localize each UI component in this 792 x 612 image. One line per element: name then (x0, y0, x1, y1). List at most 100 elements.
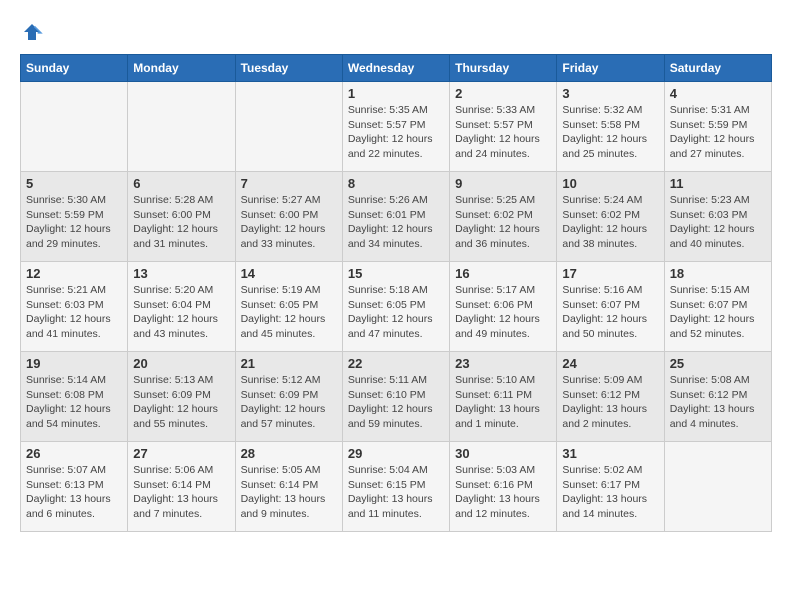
calendar-cell: 3 Sunrise: 5:32 AM Sunset: 5:58 PM Daylig… (557, 82, 664, 172)
calendar-cell: 21Sunrise: 5:12 AM Sunset: 6:09 PM Dayli… (235, 352, 342, 442)
day-number: 18 (670, 266, 766, 281)
day-info: Sunrise: 5:27 AM Sunset: 6:00 PM Dayligh… (241, 193, 337, 252)
day-info: Sunrise: 5:02 AM Sunset: 6:17 PM Dayligh… (562, 463, 658, 522)
day-number: 13 (133, 266, 229, 281)
calendar-cell: 12Sunrise: 5:21 AM Sunset: 6:03 PM Dayli… (21, 262, 128, 352)
calendar-body: 1 Sunrise: 5:35 AM Sunset: 5:57 PM Daylig… (21, 82, 772, 532)
calendar-cell: 27 Sunrise: 5:06 AM Sunset: 6:14 PM Dayli… (128, 442, 235, 532)
calendar-cell: 16 Sunrise: 5:17 AM Sunset: 6:06 PM Dayli… (450, 262, 557, 352)
day-info: Sunrise: 5:19 AM Sunset: 6:05 PM Dayligh… (241, 283, 337, 342)
calendar-cell (128, 82, 235, 172)
day-info: Sunrise: 5:20 AM Sunset: 6:04 PM Dayligh… (133, 283, 229, 342)
calendar-week-5: 26 Sunrise: 5:07 AM Sunset: 6:13 PM Dayli… (21, 442, 772, 532)
calendar-cell: 10Sunrise: 5:24 AM Sunset: 6:02 PM Dayli… (557, 172, 664, 262)
day-info: Sunrise: 5:32 AM Sunset: 5:58 PM Dayligh… (562, 103, 658, 162)
calendar-cell: 29Sunrise: 5:04 AM Sunset: 6:15 PM Dayli… (342, 442, 449, 532)
day-info: Sunrise: 5:26 AM Sunset: 6:01 PM Dayligh… (348, 193, 444, 252)
day-info: Sunrise: 5:18 AM Sunset: 6:05 PM Dayligh… (348, 283, 444, 342)
calendar-cell: 2 Sunrise: 5:33 AM Sunset: 5:57 PM Daylig… (450, 82, 557, 172)
calendar-week-1: 1 Sunrise: 5:35 AM Sunset: 5:57 PM Daylig… (21, 82, 772, 172)
day-info: Sunrise: 5:12 AM Sunset: 6:09 PM Dayligh… (241, 373, 337, 432)
day-number: 23 (455, 356, 551, 371)
page-header (20, 20, 772, 44)
logo-icon (20, 20, 44, 44)
day-number: 22 (348, 356, 444, 371)
weekday-header-monday: Monday (128, 55, 235, 82)
day-number: 20 (133, 356, 229, 371)
calendar-cell: 23 Sunrise: 5:10 AM Sunset: 6:11 PM Dayli… (450, 352, 557, 442)
calendar-cell: 19Sunrise: 5:14 AM Sunset: 6:08 PM Dayli… (21, 352, 128, 442)
day-info: Sunrise: 5:15 AM Sunset: 6:07 PM Dayligh… (670, 283, 766, 342)
calendar-cell (235, 82, 342, 172)
day-number: 16 (455, 266, 551, 281)
calendar-cell: 18 Sunrise: 5:15 AM Sunset: 6:07 PM Dayli… (664, 262, 771, 352)
day-info: Sunrise: 5:06 AM Sunset: 6:14 PM Dayligh… (133, 463, 229, 522)
calendar-cell (664, 442, 771, 532)
day-info: Sunrise: 5:16 AM Sunset: 6:07 PM Dayligh… (562, 283, 658, 342)
day-info: Sunrise: 5:25 AM Sunset: 6:02 PM Dayligh… (455, 193, 551, 252)
day-number: 7 (241, 176, 337, 191)
calendar-cell: 5 Sunrise: 5:30 AM Sunset: 5:59 PM Daylig… (21, 172, 128, 262)
calendar-cell: 22Sunrise: 5:11 AM Sunset: 6:10 PM Dayli… (342, 352, 449, 442)
day-info: Sunrise: 5:03 AM Sunset: 6:16 PM Dayligh… (455, 463, 551, 522)
weekday-header-wednesday: Wednesday (342, 55, 449, 82)
calendar-table: SundayMondayTuesdayWednesdayThursdayFrid… (20, 54, 772, 532)
calendar-cell: 25Sunrise: 5:08 AM Sunset: 6:12 PM Dayli… (664, 352, 771, 442)
day-number: 26 (26, 446, 122, 461)
day-number: 3 (562, 86, 658, 101)
calendar-cell: 14 Sunrise: 5:19 AM Sunset: 6:05 PM Dayli… (235, 262, 342, 352)
logo (20, 20, 48, 44)
calendar-cell: 24Sunrise: 5:09 AM Sunset: 6:12 PM Dayli… (557, 352, 664, 442)
calendar-cell: 28 Sunrise: 5:05 AM Sunset: 6:14 PM Dayli… (235, 442, 342, 532)
calendar-cell: 6 Sunrise: 5:28 AM Sunset: 6:00 PM Daylig… (128, 172, 235, 262)
calendar-cell: 4Sunrise: 5:31 AM Sunset: 5:59 PM Daylig… (664, 82, 771, 172)
day-number: 5 (26, 176, 122, 191)
calendar-header: SundayMondayTuesdayWednesdayThursdayFrid… (21, 55, 772, 82)
weekday-header-row: SundayMondayTuesdayWednesdayThursdayFrid… (21, 55, 772, 82)
calendar-week-3: 12Sunrise: 5:21 AM Sunset: 6:03 PM Dayli… (21, 262, 772, 352)
calendar-cell: 26 Sunrise: 5:07 AM Sunset: 6:13 PM Dayli… (21, 442, 128, 532)
day-number: 1 (348, 86, 444, 101)
day-info: Sunrise: 5:05 AM Sunset: 6:14 PM Dayligh… (241, 463, 337, 522)
calendar-cell: 7 Sunrise: 5:27 AM Sunset: 6:00 PM Daylig… (235, 172, 342, 262)
calendar-cell: 1 Sunrise: 5:35 AM Sunset: 5:57 PM Daylig… (342, 82, 449, 172)
day-number: 27 (133, 446, 229, 461)
day-number: 30 (455, 446, 551, 461)
calendar-cell: 11Sunrise: 5:23 AM Sunset: 6:03 PM Dayli… (664, 172, 771, 262)
day-number: 15 (348, 266, 444, 281)
day-info: Sunrise: 5:24 AM Sunset: 6:02 PM Dayligh… (562, 193, 658, 252)
weekday-header-sunday: Sunday (21, 55, 128, 82)
day-number: 25 (670, 356, 766, 371)
day-info: Sunrise: 5:17 AM Sunset: 6:06 PM Dayligh… (455, 283, 551, 342)
weekday-header-friday: Friday (557, 55, 664, 82)
weekday-header-tuesday: Tuesday (235, 55, 342, 82)
day-number: 17 (562, 266, 658, 281)
day-info: Sunrise: 5:35 AM Sunset: 5:57 PM Dayligh… (348, 103, 444, 162)
day-info: Sunrise: 5:09 AM Sunset: 6:12 PM Dayligh… (562, 373, 658, 432)
calendar-cell (21, 82, 128, 172)
calendar-week-4: 19Sunrise: 5:14 AM Sunset: 6:08 PM Dayli… (21, 352, 772, 442)
day-number: 9 (455, 176, 551, 191)
day-number: 6 (133, 176, 229, 191)
calendar-cell: 31 Sunrise: 5:02 AM Sunset: 6:17 PM Dayli… (557, 442, 664, 532)
day-number: 31 (562, 446, 658, 461)
calendar-cell: 20 Sunrise: 5:13 AM Sunset: 6:09 PM Dayli… (128, 352, 235, 442)
day-info: Sunrise: 5:13 AM Sunset: 6:09 PM Dayligh… (133, 373, 229, 432)
day-number: 2 (455, 86, 551, 101)
day-number: 11 (670, 176, 766, 191)
day-info: Sunrise: 5:10 AM Sunset: 6:11 PM Dayligh… (455, 373, 551, 432)
day-info: Sunrise: 5:28 AM Sunset: 6:00 PM Dayligh… (133, 193, 229, 252)
day-info: Sunrise: 5:33 AM Sunset: 5:57 PM Dayligh… (455, 103, 551, 162)
day-number: 12 (26, 266, 122, 281)
day-number: 28 (241, 446, 337, 461)
calendar-cell: 13 Sunrise: 5:20 AM Sunset: 6:04 PM Dayli… (128, 262, 235, 352)
weekday-header-thursday: Thursday (450, 55, 557, 82)
day-info: Sunrise: 5:07 AM Sunset: 6:13 PM Dayligh… (26, 463, 122, 522)
day-number: 8 (348, 176, 444, 191)
calendar-cell: 30 Sunrise: 5:03 AM Sunset: 6:16 PM Dayli… (450, 442, 557, 532)
weekday-header-saturday: Saturday (664, 55, 771, 82)
day-info: Sunrise: 5:30 AM Sunset: 5:59 PM Dayligh… (26, 193, 122, 252)
calendar-cell: 17 Sunrise: 5:16 AM Sunset: 6:07 PM Dayli… (557, 262, 664, 352)
day-number: 14 (241, 266, 337, 281)
calendar-week-2: 5 Sunrise: 5:30 AM Sunset: 5:59 PM Daylig… (21, 172, 772, 262)
